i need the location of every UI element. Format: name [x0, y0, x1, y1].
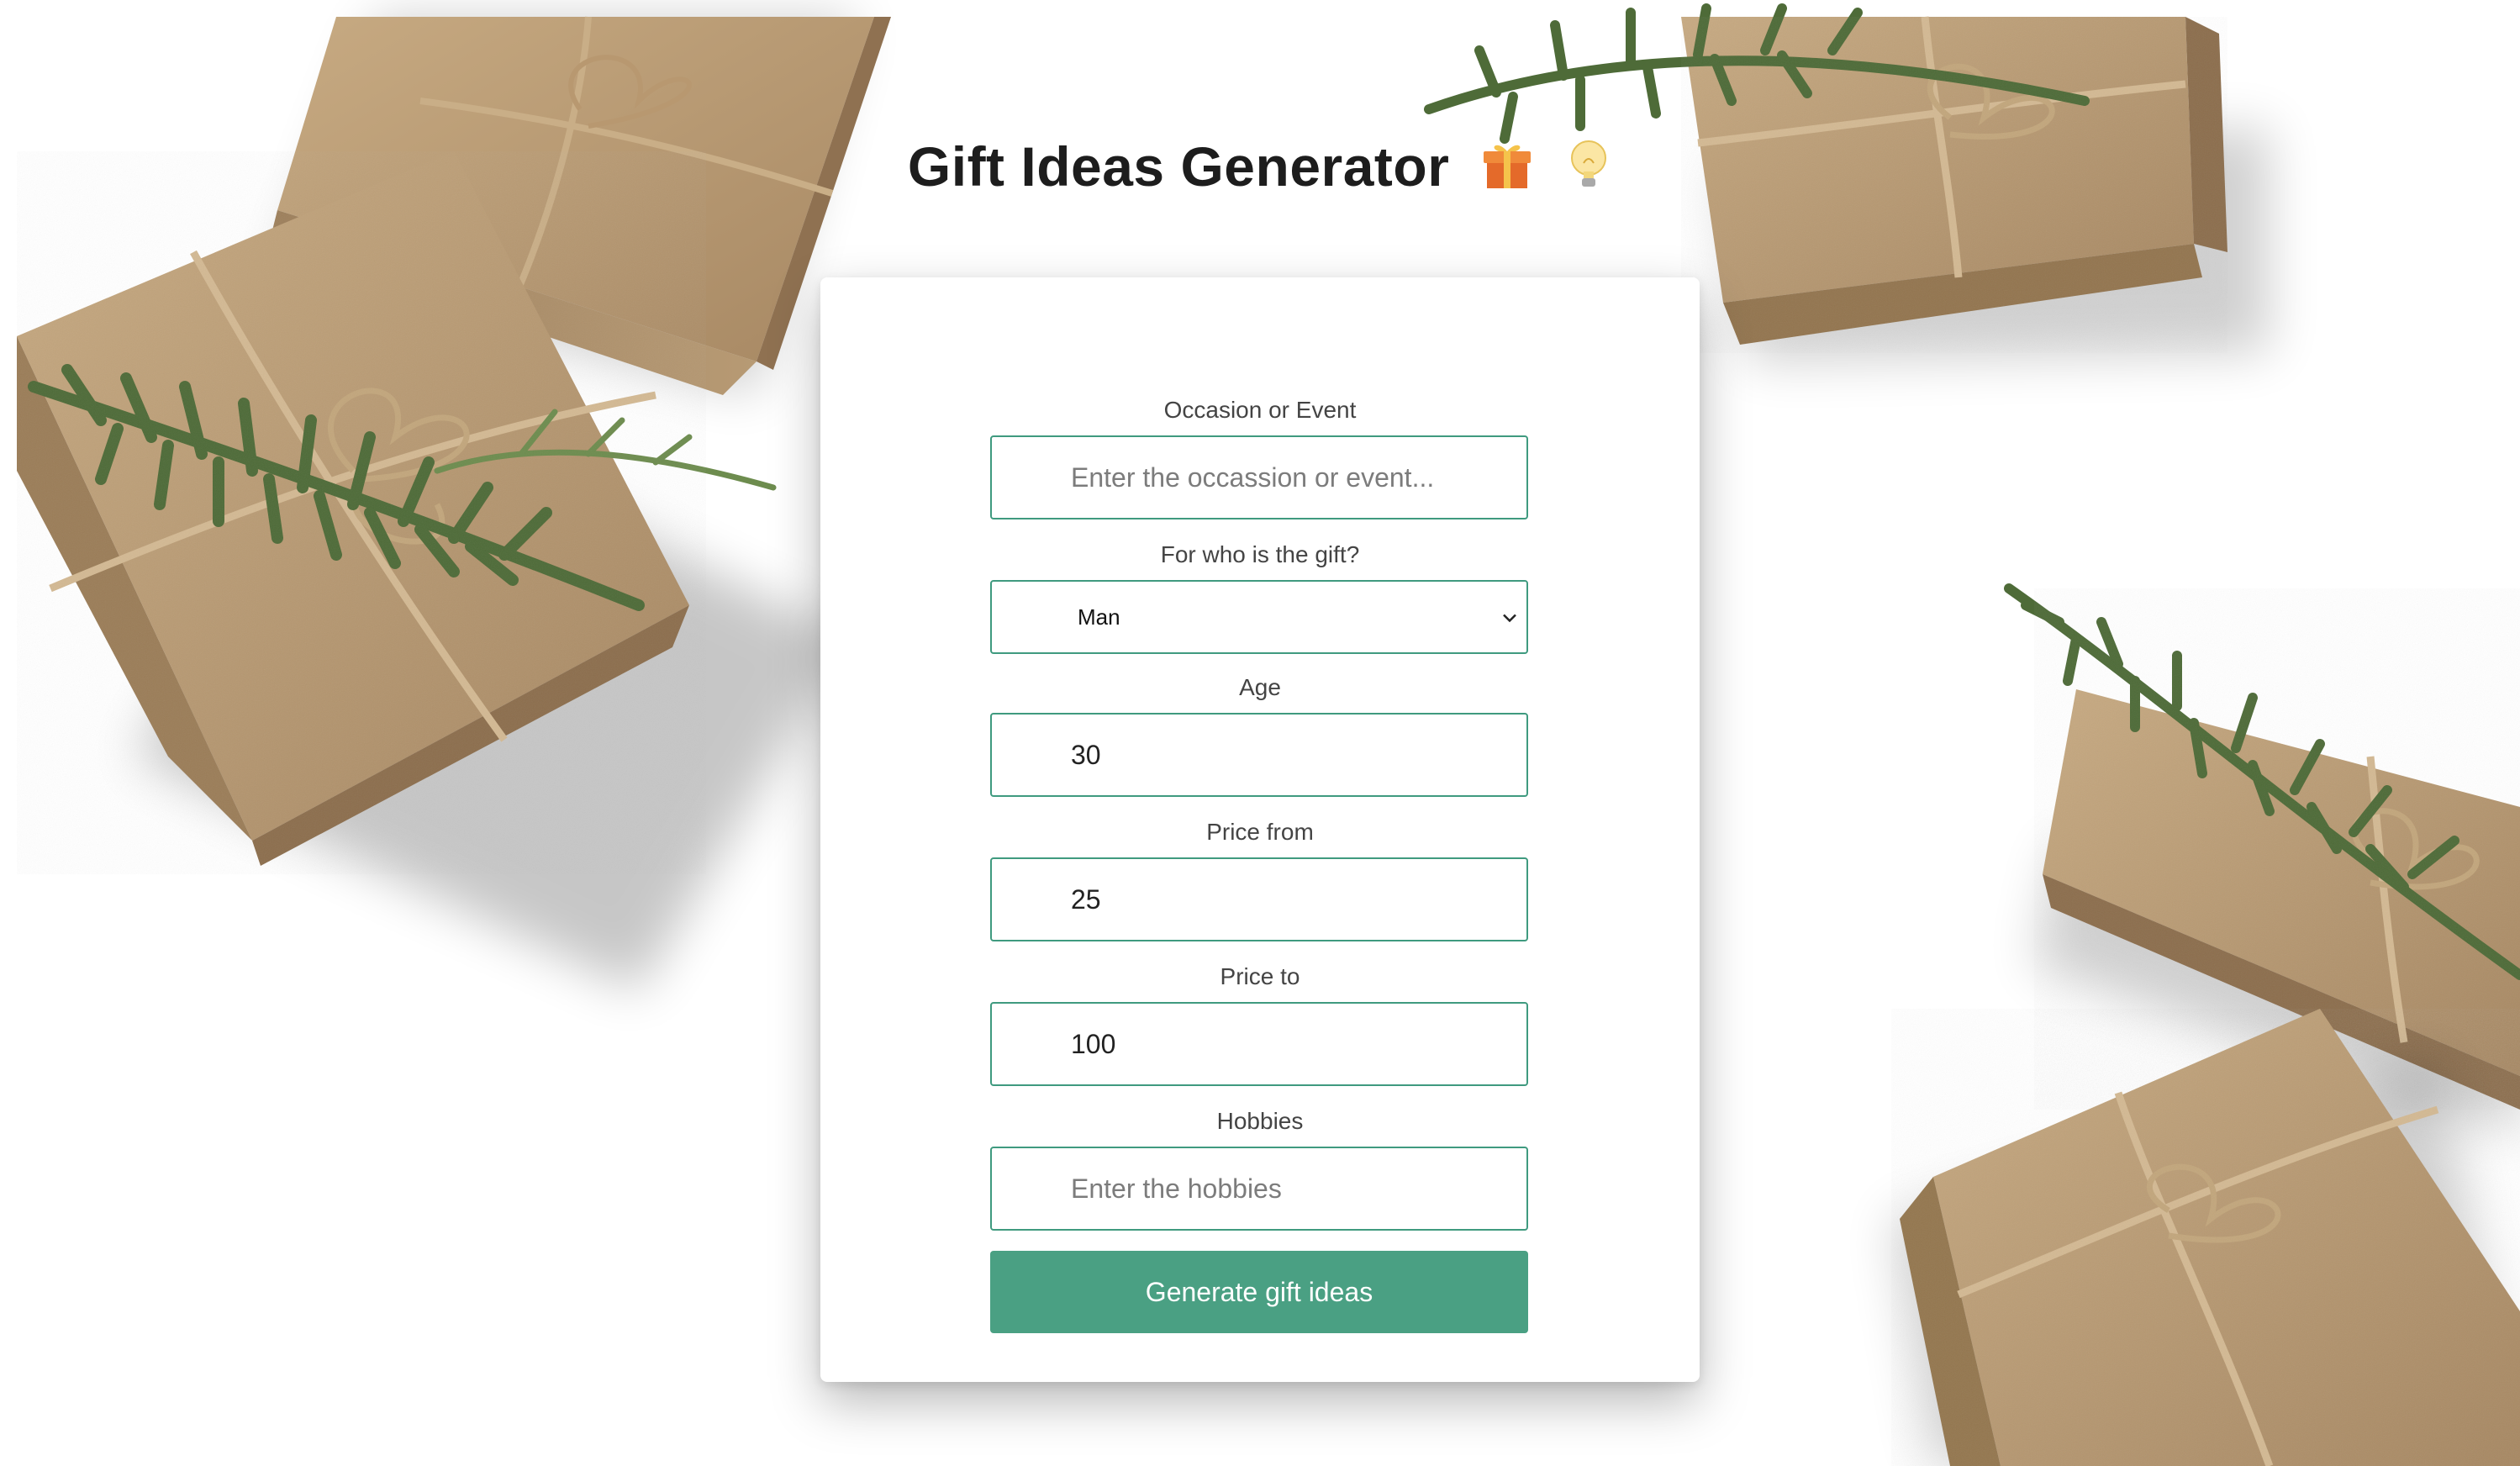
price-to-value: 100 — [1071, 1028, 1116, 1059]
generate-gift-ideas-button[interactable]: Generate gift ideas — [990, 1251, 1528, 1333]
occasion-placeholder: Enter the occassion or event... — [1071, 461, 1435, 493]
gift-icon — [1480, 138, 1534, 204]
gift-box-bottom-right — [1891, 1009, 2520, 1466]
recipient-label: For who is the gift? — [1160, 541, 1360, 567]
age-value: 30 — [1071, 739, 1101, 770]
age-input[interactable]: 30 — [990, 713, 1528, 797]
generate-button-label: Generate gift ideas — [1145, 1276, 1373, 1307]
price-to-input[interactable]: 100 — [990, 1002, 1528, 1086]
age-label: Age — [1239, 674, 1281, 700]
price-from-value: 25 — [1071, 883, 1101, 915]
app-viewport: Gift Ideas Generator Occasion or Event E… — [0, 0, 2520, 1466]
price-from-label: Price from — [1206, 819, 1314, 845]
lightbulb-icon — [1565, 138, 1612, 204]
hobbies-placeholder: Enter the hobbies — [1071, 1173, 1282, 1204]
occasion-label: Occasion or Event — [1163, 397, 1357, 423]
recipient-selected-value: Man — [1078, 604, 1120, 630]
occasion-input[interactable]: Enter the occassion or event... — [990, 435, 1528, 519]
recipient-select[interactable]: Man — [990, 580, 1528, 654]
price-from-input[interactable]: 25 — [990, 857, 1528, 941]
price-to-label: Price to — [1220, 963, 1300, 989]
page-title: Gift Ideas Generator — [0, 134, 2520, 204]
gift-form-card: Occasion or Event Enter the occassion or… — [820, 277, 1700, 1382]
chevron-down-icon — [1501, 604, 1518, 630]
hobbies-label: Hobbies — [1216, 1108, 1304, 1134]
hobbies-input[interactable]: Enter the hobbies — [990, 1147, 1528, 1231]
page-title-text: Gift Ideas Generator — [907, 135, 1450, 198]
